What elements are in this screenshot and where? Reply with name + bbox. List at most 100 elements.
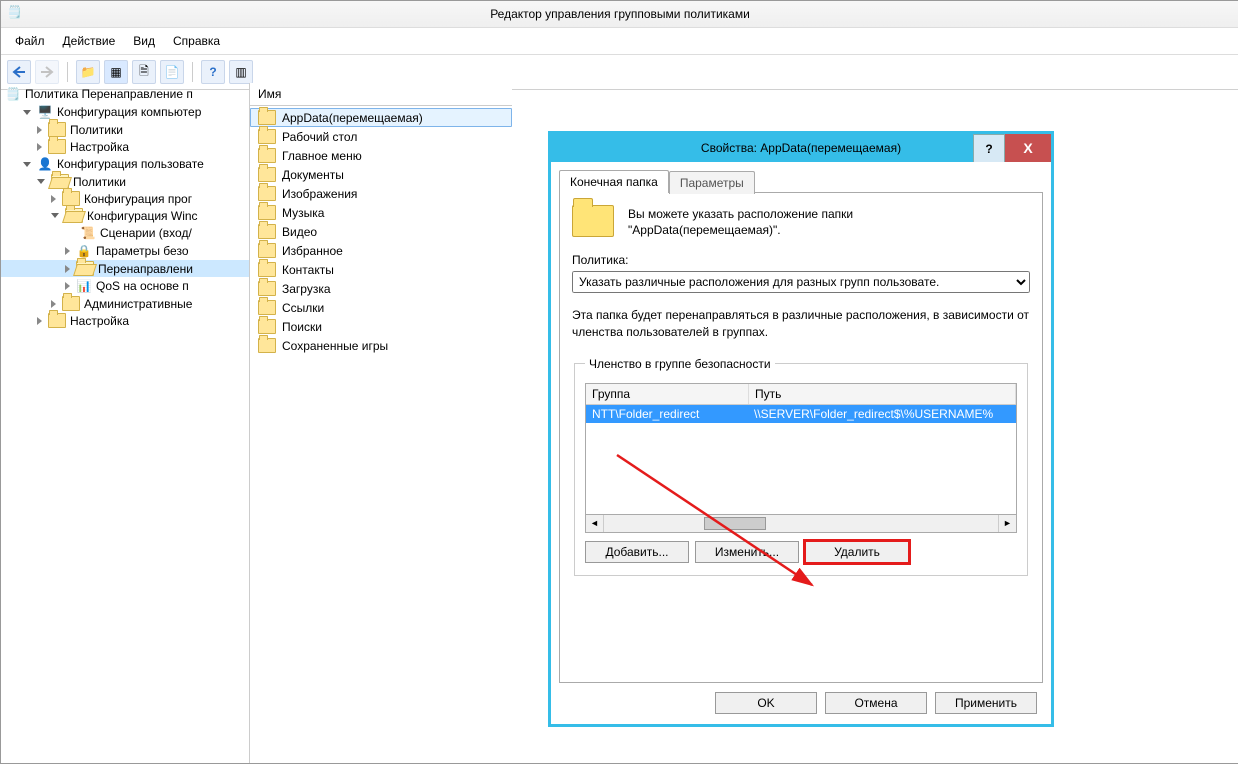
menu-view[interactable]: Вид — [125, 32, 163, 50]
list-item-label: Документы — [282, 168, 344, 182]
tree-item[interactable]: 👤Конфигурация пользовате — [1, 155, 249, 173]
apply-button[interactable]: Применить — [935, 692, 1037, 714]
export-button[interactable]: 📄 — [160, 60, 184, 84]
list-item[interactable]: Ссылки — [250, 298, 512, 317]
folder-icon — [258, 319, 276, 334]
folder-icon — [48, 139, 66, 154]
folder-icon — [65, 208, 83, 223]
menu-action[interactable]: Действие — [55, 32, 124, 50]
refresh-button[interactable]: 🗎 — [132, 60, 156, 84]
list-item[interactable]: Главное меню — [250, 146, 512, 165]
filter-button[interactable]: ▥ — [229, 60, 253, 84]
list-item[interactable]: AppData(перемещаемая) — [250, 108, 512, 127]
tree-item[interactable]: 🖥️Конфигурация компьютер — [1, 103, 249, 121]
toolbar-separator — [192, 62, 193, 82]
list-item[interactable]: Сохраненные игры — [250, 336, 512, 355]
properties-dialog: Свойства: AppData(перемещаемая) ? X Коне… — [548, 131, 1054, 727]
forward-button[interactable] — [35, 60, 59, 84]
chevron-right-icon[interactable] — [51, 300, 56, 308]
menu-help[interactable]: Справка — [165, 32, 228, 50]
list-header-name[interactable]: Имя — [250, 83, 512, 106]
tree-item[interactable]: 🔒Параметры безо — [1, 242, 249, 260]
chevron-right-icon[interactable] — [37, 143, 42, 151]
list-item[interactable]: Контакты — [250, 260, 512, 279]
scroll-right-button[interactable]: ► — [998, 515, 1016, 532]
menu-file[interactable]: Файл — [7, 32, 53, 50]
chevron-right-icon[interactable] — [37, 317, 42, 325]
policy-label: Политика: — [572, 253, 1030, 267]
scroll-left-button[interactable]: ◄ — [586, 515, 604, 532]
tree-root[interactable]: 🗒️ Политика Перенаправление п — [1, 85, 249, 103]
chevron-down-icon[interactable] — [51, 213, 59, 218]
folder-icon — [62, 191, 80, 206]
tree-item[interactable]: Конфигурация прог — [1, 190, 249, 207]
cell-group: NTT\Folder_redirect — [586, 405, 748, 423]
tree-item[interactable]: Политики — [1, 173, 249, 190]
gpme-window: 🗒️ Редактор управления групповыми полити… — [0, 0, 1238, 764]
list-item[interactable]: Изображения — [250, 184, 512, 203]
list-item[interactable]: Документы — [250, 165, 512, 184]
tree-pane[interactable]: 🗒️ Политика Перенаправление п 🖥️Конфигур… — [1, 83, 250, 763]
chevron-down-icon[interactable] — [23, 110, 31, 115]
list-item[interactable]: Музыка — [250, 203, 512, 222]
toolbar-separator — [67, 62, 68, 82]
folder-icon — [258, 167, 276, 182]
dialog-help-button[interactable]: ? — [973, 134, 1005, 164]
group-legend: Членство в группе безопасности — [585, 357, 775, 371]
folder-icon — [258, 243, 276, 258]
desc-line-2: "AppData(перемещаемая)". — [628, 223, 853, 237]
list-item[interactable]: Избранное — [250, 241, 512, 260]
chevron-right-icon[interactable] — [65, 282, 70, 290]
policy-combo[interactable]: Указать различные расположения для разны… — [572, 271, 1030, 293]
chevron-right-icon[interactable] — [65, 247, 70, 255]
menu-bar: Файл Действие Вид Справка — [1, 28, 1238, 55]
add-button[interactable]: Добавить... — [585, 541, 689, 563]
cell-path: \\SERVER\Folder_redirect$\%USERNAME% — [748, 405, 1016, 423]
tree-item[interactable]: Перенаправлени — [1, 260, 249, 277]
list-pane[interactable]: Имя AppData(перемещаемая)Рабочий столГла… — [250, 83, 512, 763]
ok-button[interactable]: OK — [715, 692, 817, 714]
scroll-track[interactable] — [604, 515, 998, 532]
tree-item[interactable]: Конфигурация Winc — [1, 207, 249, 224]
edit-button[interactable]: Изменить... — [695, 541, 799, 563]
chevron-right-icon[interactable] — [65, 265, 70, 273]
tree-item[interactable]: Политики — [1, 121, 249, 138]
app-icon: 🗒️ — [7, 5, 23, 21]
tree-item[interactable]: Настройка — [1, 312, 249, 329]
tree-item-label: Параметры безо — [96, 244, 189, 258]
group-list[interactable]: Группа Путь NTT\Folder_redirect \\SERVER… — [585, 383, 1017, 515]
list-item[interactable]: Загрузка — [250, 279, 512, 298]
folder-icon — [258, 281, 276, 296]
list-item[interactable]: Видео — [250, 222, 512, 241]
chevron-right-icon[interactable] — [51, 195, 56, 203]
chevron-down-icon[interactable] — [23, 162, 31, 167]
tree-item[interactable]: 📊QoS на основе п — [1, 277, 249, 295]
list-item-label: Музыка — [282, 206, 324, 220]
chevron-right-icon[interactable] — [37, 126, 42, 134]
scroll-thumb[interactable] — [704, 517, 766, 530]
delete-button[interactable]: Удалить — [805, 541, 909, 563]
tree-item[interactable]: Настройка — [1, 138, 249, 155]
group-list-scrollbar[interactable]: ◄ ► — [585, 515, 1017, 533]
list-item[interactable]: Рабочий стол — [250, 127, 512, 146]
up-button[interactable]: 📁 — [76, 60, 100, 84]
list-item[interactable]: Поиски — [250, 317, 512, 336]
help-button[interactable]: ? — [201, 60, 225, 84]
chevron-down-icon[interactable] — [37, 179, 45, 184]
window-title: Редактор управления групповыми политикам… — [490, 7, 750, 21]
col-group[interactable]: Группа — [586, 384, 749, 404]
dialog-close-button[interactable]: X — [1005, 134, 1051, 162]
tab-target[interactable]: Конечная папка — [559, 170, 669, 193]
back-button[interactable] — [7, 60, 31, 84]
tree-item-label: Политики — [70, 123, 123, 137]
show-hide-tree-button[interactable]: ▦ — [104, 60, 128, 84]
tree-item[interactable]: 📜Сценарии (вход/ — [1, 224, 249, 242]
cancel-button[interactable]: Отмена — [825, 692, 927, 714]
col-path[interactable]: Путь — [749, 384, 1016, 404]
tab-params[interactable]: Параметры — [669, 171, 755, 194]
tree-item[interactable]: Административные — [1, 295, 249, 312]
group-list-row[interactable]: NTT\Folder_redirect \\SERVER\Folder_redi… — [586, 405, 1016, 423]
list-item-label: Избранное — [282, 244, 343, 258]
folder-icon — [76, 261, 94, 276]
dialog-titlebar[interactable]: Свойства: AppData(перемещаемая) ? X — [551, 134, 1051, 162]
